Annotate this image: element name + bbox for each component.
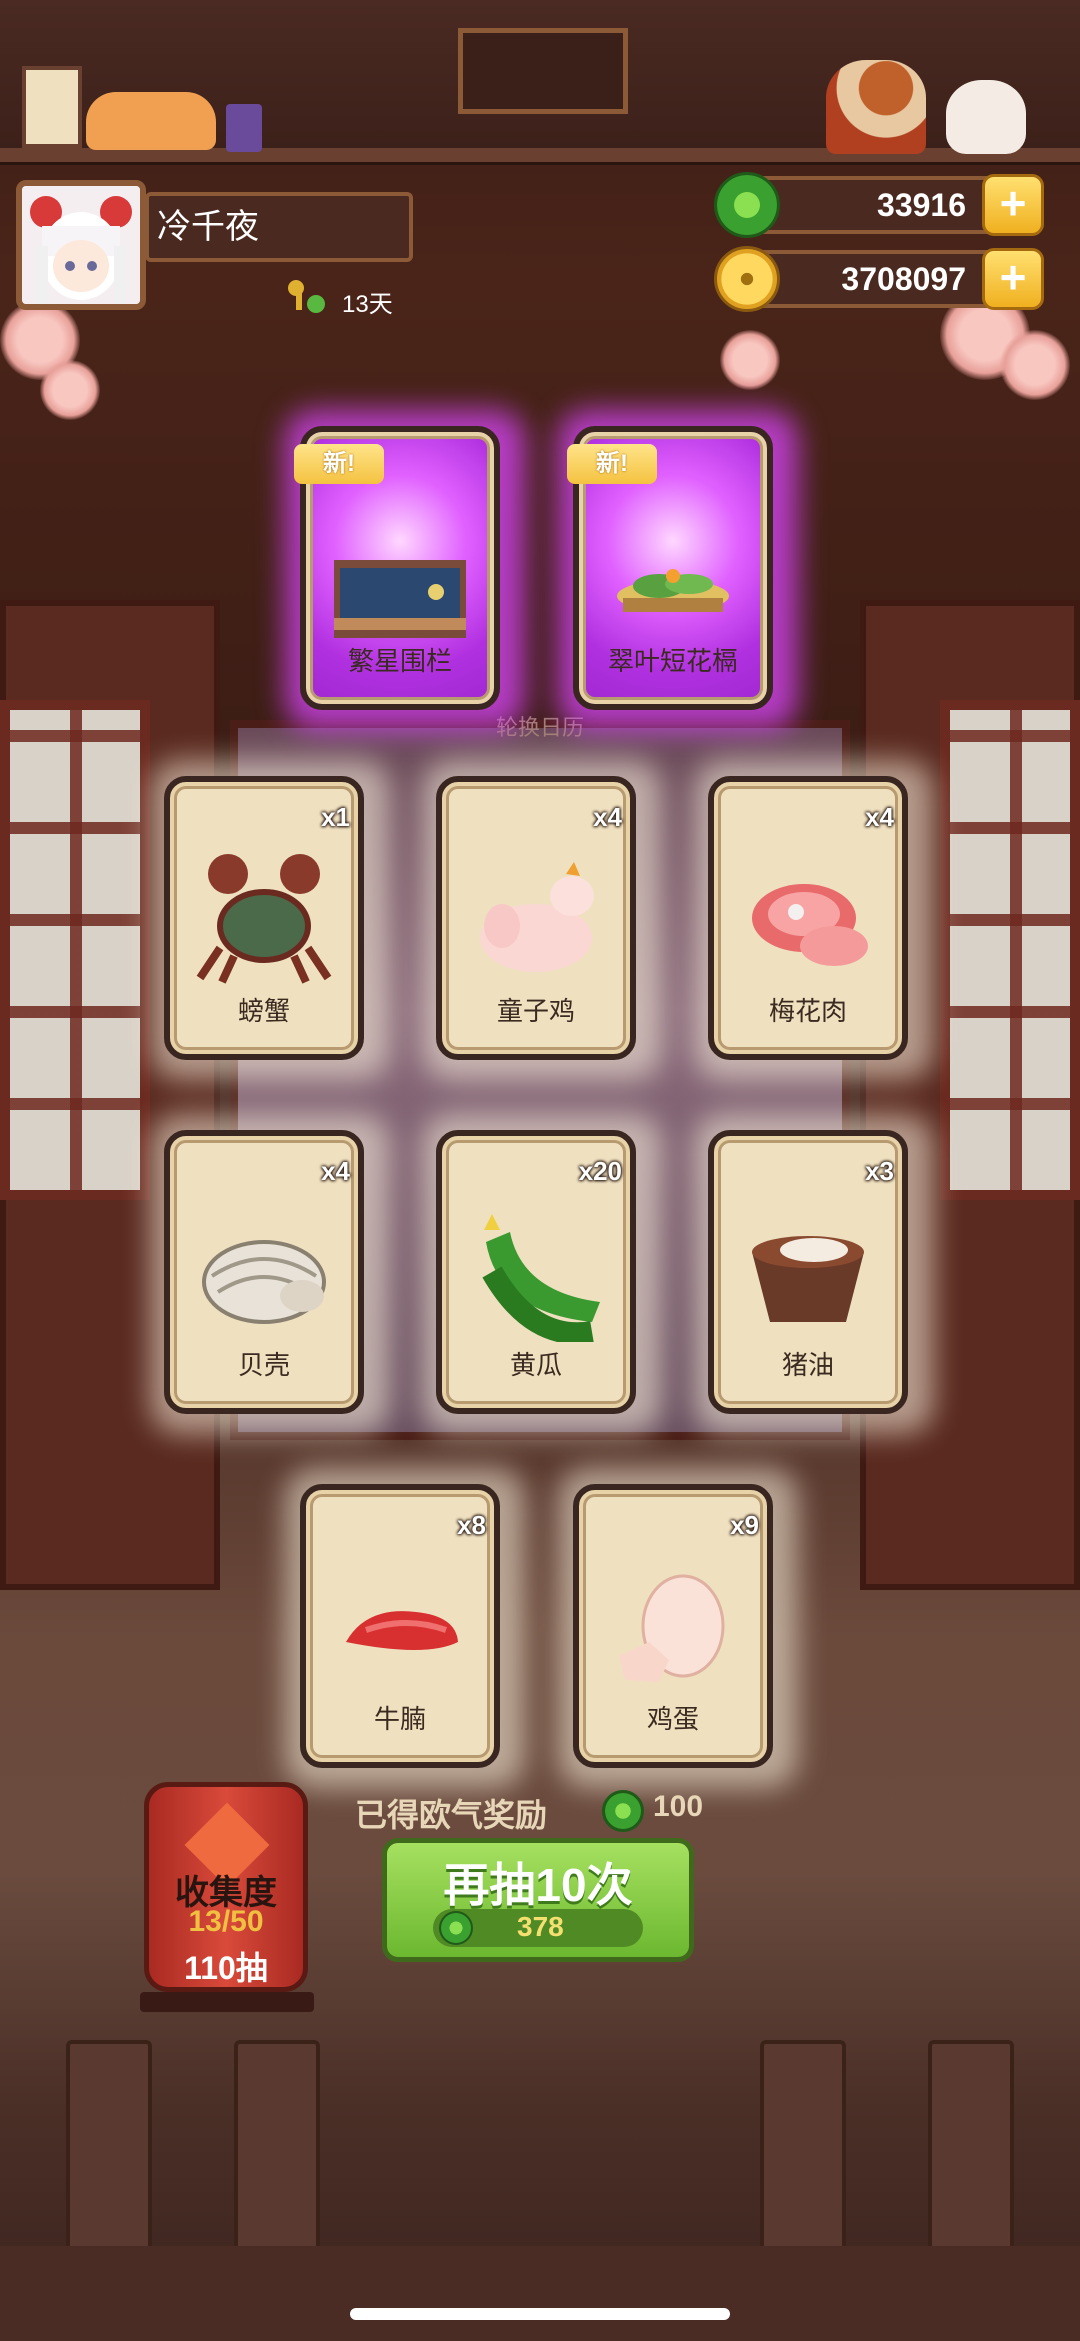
left-lattice-window <box>0 700 150 1200</box>
home-indicator[interactable] <box>350 2308 730 2320</box>
card-label: 牛腩 <box>373 1704 426 1734</box>
blossom-icon <box>720 330 780 390</box>
player-avatar[interactable] <box>16 180 146 310</box>
card-quantity: x9 <box>730 1510 759 1540</box>
blossom-icon <box>1000 330 1070 400</box>
card-label: 鸡蛋 <box>646 1704 699 1734</box>
reward-card[interactable]: x1 螃蟹 <box>164 776 364 1060</box>
lard-icon <box>734 1192 882 1342</box>
sleeping-cat-icon <box>86 92 216 150</box>
fence-post <box>928 2040 1014 2260</box>
login-days: 13天 <box>342 291 393 318</box>
card-label: 翠叶短花槅 <box>607 646 738 676</box>
avatar-girl-icon <box>22 186 140 304</box>
new-badge: 新! <box>567 444 657 484</box>
redraw-label: 再抽10次 <box>443 1859 633 1911</box>
white-cat-icon <box>946 80 1026 154</box>
reward-card[interactable]: x3 猪油 <box>708 1130 908 1414</box>
luck-reward-value: 100 <box>653 1790 704 1823</box>
add-coins-button[interactable]: + <box>982 248 1044 310</box>
luck-reward-label: 已得欧气奖励 <box>355 1797 548 1833</box>
reward-card[interactable]: x4 贝壳 <box>164 1130 364 1414</box>
card-label: 繁星围栏 <box>347 646 452 676</box>
card-quantity: x4 <box>321 1156 350 1186</box>
card-label: 黄瓜 <box>509 1350 562 1380</box>
jade-coin-icon <box>602 1790 644 1832</box>
lantern-stand <box>140 1992 314 2012</box>
coin-currency-bar: 3708097 + <box>714 246 1044 312</box>
reward-card[interactable]: x4 童子鸡 <box>436 776 636 1060</box>
egg-icon <box>599 1546 747 1696</box>
floor-edge <box>0 2246 1080 2341</box>
pork-icon <box>734 838 882 988</box>
cucumber-icon <box>462 1192 610 1345</box>
redraw-10-button[interactable]: 再抽10次 378 <box>382 1838 694 1962</box>
card-label: 梅花肉 <box>768 996 847 1026</box>
shell-icon <box>190 1192 338 1342</box>
card-quantity: x20 <box>578 1156 622 1186</box>
jade-currency-bar: 33916 + <box>714 172 1044 238</box>
card-label: 童子鸡 <box>496 996 575 1026</box>
fence-post <box>760 2040 846 2260</box>
jade-coin-icon <box>714 172 780 238</box>
reward-card[interactable]: x9 鸡蛋 <box>573 1484 773 1768</box>
gold-coin-icon <box>714 246 780 312</box>
collection-draws: 110抽 <box>184 1950 268 1986</box>
coin-amount: 3708097 <box>841 261 966 297</box>
vase-icon <box>226 104 262 152</box>
card-label: 贝壳 <box>237 1350 290 1380</box>
card-label: 螃蟹 <box>237 996 290 1026</box>
card-label: 猪油 <box>781 1350 834 1380</box>
leaf-planter-icon <box>599 488 747 638</box>
paw-scroll-icon <box>22 66 82 148</box>
fence-furniture-icon <box>326 488 474 644</box>
add-jade-button[interactable]: + <box>982 174 1044 236</box>
chicken-icon <box>462 838 610 988</box>
reward-card-new[interactable]: 新! 繁星围栏 <box>294 426 500 710</box>
player-name: 冷千夜 <box>145 192 413 262</box>
collection-lantern-button[interactable]: 收集度 13/50 110抽 <box>144 1782 308 1992</box>
reward-card[interactable]: x4 梅花肉 <box>708 776 908 1060</box>
new-badge: 新! <box>294 444 384 484</box>
card-quantity: x4 <box>593 802 622 832</box>
right-lattice-window <box>940 700 1080 1200</box>
fence-post <box>234 2040 320 2260</box>
reward-card[interactable]: x8 牛腩 <box>300 1484 500 1768</box>
fence-post <box>66 2040 152 2260</box>
card-quantity: x1 <box>321 802 350 832</box>
collection-progress: 13/50 <box>188 1905 264 1938</box>
chef-npc-icon <box>826 60 926 154</box>
crab-icon <box>190 838 338 988</box>
reward-card-new[interactable]: 新! 翠叶短花槅 <box>567 426 773 710</box>
jade-amount: 33916 <box>877 187 966 223</box>
card-quantity: x8 <box>457 1510 486 1540</box>
card-quantity: x3 <box>865 1156 894 1186</box>
card-quantity: x4 <box>865 802 894 832</box>
key-icon <box>286 278 332 316</box>
jade-coin-icon <box>439 1911 473 1945</box>
blossom-icon <box>40 360 100 420</box>
redraw-cost: 378 <box>517 1911 564 1942</box>
portrait-frame-icon <box>458 28 628 114</box>
beef-icon <box>326 1546 474 1696</box>
reward-card[interactable]: x20 黄瓜 <box>436 1130 636 1414</box>
